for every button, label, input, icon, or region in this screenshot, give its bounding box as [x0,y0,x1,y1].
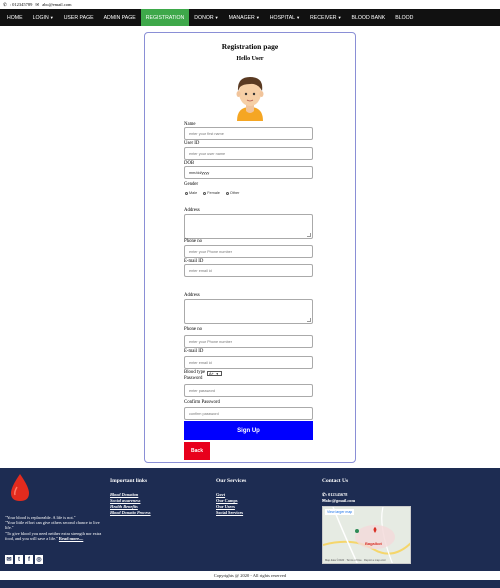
address-textarea[interactable] [184,214,313,239]
quote-line: "To give blood you need neither extra st… [5,530,102,541]
link-blood-donation[interactable]: Blood Donation [110,492,138,497]
back-button[interactable]: Back [184,442,210,460]
nav-blood-bank[interactable]: BLOOD BANK [347,9,391,26]
social-icons: ✉ t f ◎ [5,555,43,564]
nav-manager[interactable]: MANAGER ▼ [224,9,265,26]
bloodtype-select[interactable]: A+ ▼ [207,371,222,376]
caret-down-icon: ▼ [255,15,260,20]
nav-login[interactable]: LOGIN ▼ [28,9,59,26]
nav-user-page[interactable]: USER PAGE [59,9,99,26]
address2-textarea[interactable] [184,299,313,324]
gender-female-radio[interactable]: Female [203,191,220,195]
quote-line: "Your little effort can give others seco… [5,520,100,531]
phone-icon: ✆ [3,1,7,7]
userid-label: User ID [184,141,200,146]
blood-drop-logo [11,474,29,501]
footer-quotes: "Your blood is replaceable. A life is no… [5,515,105,541]
link-donation-process[interactable]: Blood Donatio Process [110,510,151,515]
caret-down-icon: ▼ [214,15,219,20]
address2-label: Address [184,293,200,298]
nav-donor[interactable]: DONOR ▼ [189,9,223,26]
name-input[interactable]: enter your first name [184,127,313,140]
map-place-label: Bagalkot [365,541,382,546]
confirm-password-input[interactable]: confirm password [184,407,313,420]
nav-home[interactable]: HOME [2,9,28,26]
copyright-text: Copyrights @ 2020 - All rights reserved [213,573,287,578]
contact-email: ✉abc@gmail.com [322,498,356,503]
gender-label: Gender [184,182,199,187]
caret-down-icon: ▼ [49,15,54,20]
user-avatar [236,77,264,121]
facebook-icon[interactable]: f [25,555,33,564]
nav-blood[interactable]: BLOOD [390,9,418,26]
link-govt[interactable]: Govt [216,492,225,497]
email2-input[interactable]: enter email id [184,356,313,369]
topbar-email: abc@email.com [42,2,72,7]
nav-admin-page[interactable]: ADMIN PAGE [99,9,141,26]
mail-social-icon[interactable]: ✉ [5,555,13,564]
address-label: Address [184,208,200,213]
phone2-label: Phone no [184,327,202,332]
nav-receiver[interactable]: RECEIVER ▼ [305,9,347,26]
topbar-phone: : 012345789 [9,2,33,7]
dob-input[interactable]: mm/dd/yyyy [184,166,313,179]
gender-radio-group: Male Female Other [185,191,239,195]
contact-topbar: ✆ : 012345789 ✉ abc@email.com [0,0,500,9]
gender-male-radio[interactable]: Male [185,191,197,195]
confirm-password-label: Confirm Password [184,400,220,405]
caret-down-icon: ▼ [215,371,219,376]
contact-title: Contact Us [322,478,349,484]
password-label: Password [184,376,203,381]
nav-registration[interactable]: REGISTRATION [140,9,190,26]
important-links-title: Important links [110,478,148,484]
bloodtype-label: Blood type [184,370,206,375]
signup-button[interactable]: Sign Up [184,421,313,440]
phone2-input[interactable]: enter your Phone number [184,335,313,348]
bottom-strip [0,580,500,588]
phone-input[interactable]: enter your Phone number [184,245,313,258]
userid-input[interactable]: enter your user name [184,147,313,160]
main-navbar: HOME LOGIN ▼ USER PAGE ADMIN PAGE REGISTR… [0,9,500,26]
twitter-icon[interactable]: t [15,555,23,564]
nav-hospital[interactable]: HOSPITAL ▼ [265,9,305,26]
link-social-awareness[interactable]: Social awareness [110,498,140,503]
gender-other-radio[interactable]: Other [225,191,239,195]
page-title: Registration page [221,42,279,51]
view-larger-map-link[interactable]: View larger map [325,509,355,515]
map-graphic [323,507,410,563]
link-health-benefits[interactable]: Health Benefits [110,504,138,509]
link-our-users[interactable]: Our Users [216,504,235,509]
registration-card: Registration page Hello User Name enter … [144,32,356,463]
link-our-camps[interactable]: Our Camps [216,498,238,503]
caret-down-icon: ▼ [337,15,342,20]
email-input[interactable]: enter email id [184,264,313,277]
instagram-icon[interactable]: ◎ [35,555,43,564]
services-title: Our Services [216,478,247,484]
read-more-link[interactable]: Read more.... [59,536,83,541]
map-footer-text: Map data ©2020 · Terms of Use · Report a… [325,559,386,562]
map-embed[interactable]: View larger map Bagalkot Map data ©2020 … [322,506,411,564]
phone-label: Phone no [184,239,202,244]
email2-label: E-mail ID [184,349,204,354]
link-social-services[interactable]: Social Services [216,510,243,515]
password-input[interactable]: enter password [184,384,313,397]
mail-icon: ✉ [35,1,40,7]
caret-down-icon: ▼ [296,15,301,20]
greeting: Hello User [236,56,264,62]
